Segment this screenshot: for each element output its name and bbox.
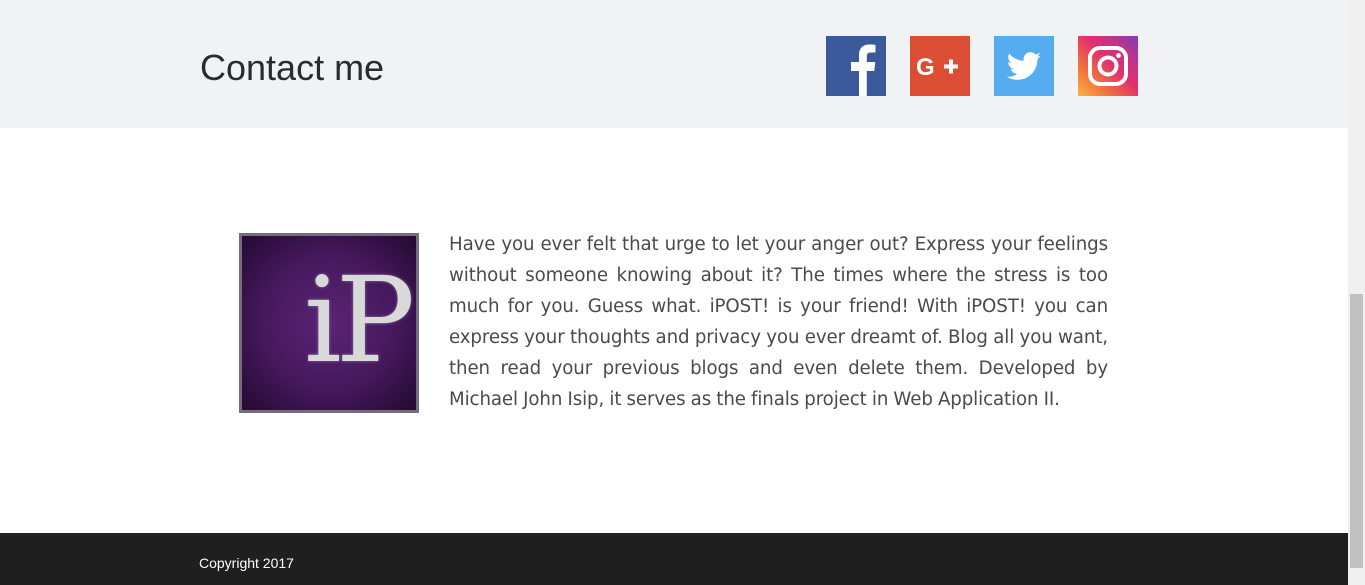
vertical-scrollbar[interactable] <box>1348 0 1365 585</box>
page: Contact me G iP Have you ever felt that … <box>0 0 1365 585</box>
about-section: iP Have you ever felt that urge to let y… <box>0 128 1348 533</box>
ipost-logo: iP <box>239 233 419 413</box>
facebook-icon <box>851 44 876 96</box>
logo-text: iP <box>304 251 415 389</box>
contact-section: Contact me G <box>0 0 1348 128</box>
contact-title: Contact me <box>200 47 385 88</box>
footer: Copyright 2017 <box>0 533 1348 585</box>
twitter-icon <box>1006 52 1041 80</box>
scrollbar-thumb[interactable] <box>1350 294 1363 568</box>
copyright-text: Copyright 2017 <box>199 555 294 571</box>
google-plus-link[interactable]: G <box>910 36 970 96</box>
instagram-link[interactable] <box>1078 36 1138 96</box>
about-description: Have you ever felt that urge to let your… <box>449 234 1108 410</box>
instagram-icon <box>1088 46 1128 86</box>
twitter-link[interactable] <box>994 36 1054 96</box>
svg-text:G: G <box>916 54 935 81</box>
facebook-link[interactable] <box>826 36 886 96</box>
google-plus-icon: G <box>916 54 958 81</box>
